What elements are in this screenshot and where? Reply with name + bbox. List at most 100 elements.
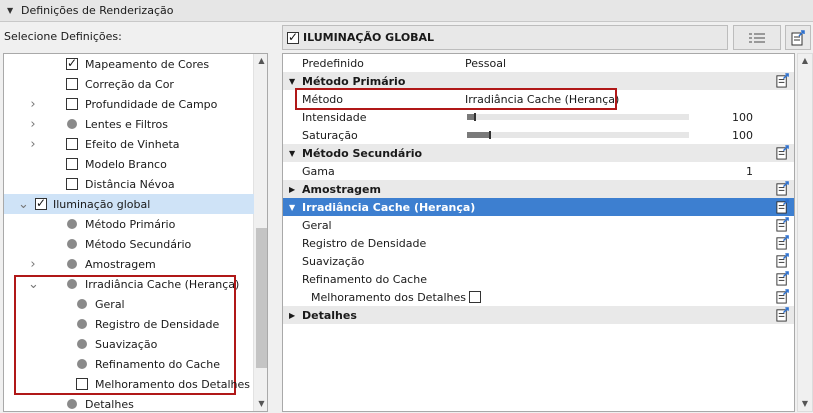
export-button[interactable] [785,25,811,50]
export-doc-icon[interactable] [775,253,790,268]
tree-checkbox[interactable] [66,138,78,150]
tree-item-metodo-secundario[interactable]: Método Secundário [4,234,254,254]
tree-item-metodo-primario[interactable]: Método Primário [4,214,254,234]
tree-item-detalhes[interactable]: Detalhes [4,394,254,411]
tree-checkbox[interactable] [66,158,78,170]
global-illumination-checkbox[interactable] [287,30,299,44]
export-doc-icon[interactable] [775,181,790,196]
tree-item-mapeamento-de-cores[interactable]: Mapeamento de Cores [4,54,254,74]
tree-item-distancia-nevoa[interactable]: Distância Névoa [4,174,254,194]
bullet-dot-icon [67,279,77,289]
list-view-button[interactable] [733,25,781,50]
tree-item-label: Melhoramento dos Detalhes [95,377,251,391]
tree-item-melhoramento-dos-detalhes[interactable]: Melhoramento dos Detalhes [4,374,254,394]
section-metodo-primario[interactable]: ▼ Método Primário [283,72,794,90]
scroll-down-icon[interactable]: ▼ [798,397,812,411]
tree-item-profundidade-de-campo[interactable]: › Profundidade de Campo [4,94,254,114]
property-saturacao[interactable]: Saturação 100 [283,126,794,144]
select-settings-label: Selecione Definições: [4,30,122,43]
property-label: Detalhes [302,308,357,322]
export-doc-icon[interactable] [775,73,790,88]
tree-item-efeito-de-vinheta[interactable]: › Efeito de Vinheta [4,134,254,154]
expand-right-icon[interactable]: › [28,117,38,132]
slider-knob[interactable] [473,113,476,121]
tree-scrollbar[interactable]: ▲ ▼ [253,54,267,411]
tree-item-label: Modelo Branco [85,157,167,171]
slider-knob[interactable] [489,131,492,139]
export-doc-icon[interactable] [775,289,790,304]
global-illumination-header: ILUMINAÇÃO GLOBAL [282,25,728,50]
tree-item-irradiancia-cache-heranca[interactable]: ⌄ Irradiância Cache (Herança) [4,274,254,294]
export-doc-icon[interactable] [775,307,790,322]
properties-panel[interactable]: ▶ Detalhes Melhoramento dos Detalhes Refina… [282,53,795,412]
tree-item-label: Efeito de Vinheta [85,137,180,151]
tree-checkbox[interactable] [66,78,78,90]
property-registro-de-densidade[interactable]: Registro de Densidade [283,234,794,252]
property-geral[interactable]: Geral [283,216,794,234]
expand-down-icon[interactable]: ⌄ [18,197,29,212]
expanded-triangle-icon[interactable]: ▼ [289,203,295,212]
export-doc-icon[interactable] [775,145,790,160]
property-gama: Gama 1 [283,162,794,180]
tree-item-correcao-da-cor[interactable]: Correção da Cor [4,74,254,94]
tree-checkbox[interactable] [35,196,47,210]
collapsed-triangle-icon[interactable]: ▶ [289,185,295,194]
property-label: Método Secundário [302,146,423,160]
tree-checkbox[interactable] [66,56,78,70]
export-doc-icon[interactable] [775,217,790,232]
properties-scrollbar[interactable]: ▲ ▼ [797,53,813,412]
export-doc-icon[interactable] [775,271,790,286]
collapsed-triangle-icon[interactable]: ▶ [289,311,295,320]
tree-item-geral[interactable]: Geral [4,294,254,314]
export-doc-icon[interactable] [775,199,790,214]
property-label: Saturação [302,128,358,142]
tree-item-refinamento-do-cache[interactable]: Refinamento do Cache [4,354,254,374]
property-value[interactable]: Pessoal [465,57,506,70]
section-amostragem[interactable]: ▶ Amostragem [283,180,794,198]
section-metodo-secundario[interactable]: ▼ Método Secundário [283,144,794,162]
settings-tree[interactable]: ▲ ▼ Mapeamento de Cores Correção da Cor › P… [3,53,268,412]
tree-scroll-thumb[interactable] [256,228,267,368]
property-label: Melhoramento dos Detalhes [311,290,467,304]
export-doc-icon[interactable] [775,235,790,250]
panel-titlebar[interactable]: ▼ Definições de Renderização [0,0,813,22]
details-enhancement-checkbox[interactable] [469,291,481,303]
property-refinamento-do-cache[interactable]: Refinamento do Cache [283,270,794,288]
property-intensidade[interactable]: Intensidade 100 [283,108,794,126]
property-label: Método [302,92,344,106]
tree-item-label: Detalhes [85,397,134,411]
bullet-dot-icon [67,219,77,229]
property-value[interactable]: Irradiância Cache (Herança) [465,93,619,106]
tree-item-label: Mapeamento de Cores [85,57,210,71]
tree-item-label: Geral [95,297,125,311]
expand-right-icon[interactable]: › [28,97,38,112]
tree-item-suavizacao[interactable]: Suavização [4,334,254,354]
expanded-triangle-icon[interactable]: ▼ [289,77,295,86]
slider-intensidade[interactable] [467,113,689,121]
section-irradiancia-cache-heranca[interactable]: ▼ Irradiância Cache (Herança) [283,198,794,216]
expand-right-icon[interactable]: › [28,257,38,272]
slider-fill [467,132,490,138]
tree-item-amostragem[interactable]: › Amostragem [4,254,254,274]
scroll-up-icon[interactable]: ▲ [798,54,812,68]
property-melhoramento-dos-detalhes[interactable]: Melhoramento dos Detalhes [283,288,794,306]
expand-right-icon[interactable]: › [28,137,38,152]
tree-item-modelo-branco[interactable]: Modelo Branco [4,154,254,174]
collapse-triangle-icon[interactable]: ▼ [7,6,17,15]
tree-item-registro-de-densidade[interactable]: Registro de Densidade [4,314,254,334]
tree-item-lentes-e-filtros[interactable]: › Lentes e Filtros [4,114,254,134]
scroll-down-icon[interactable]: ▼ [254,397,267,411]
property-suavizacao[interactable]: Suavização [283,252,794,270]
expanded-triangle-icon[interactable]: ▼ [289,149,295,158]
tree-checkbox[interactable] [76,378,88,390]
tree-checkbox[interactable] [66,178,78,190]
export-doc-icon [791,29,805,45]
tree-item-label: Refinamento do Cache [95,357,220,371]
expand-down-icon[interactable]: ⌄ [28,277,39,292]
scroll-up-icon[interactable]: ▲ [254,54,267,68]
section-detalhes[interactable]: ▶ Detalhes [283,306,794,324]
property-number: 1 [746,164,753,178]
tree-item-iluminacao-global[interactable]: ⌄ Iluminação global [4,194,254,214]
tree-checkbox[interactable] [66,98,78,110]
slider-saturacao[interactable] [467,131,689,139]
